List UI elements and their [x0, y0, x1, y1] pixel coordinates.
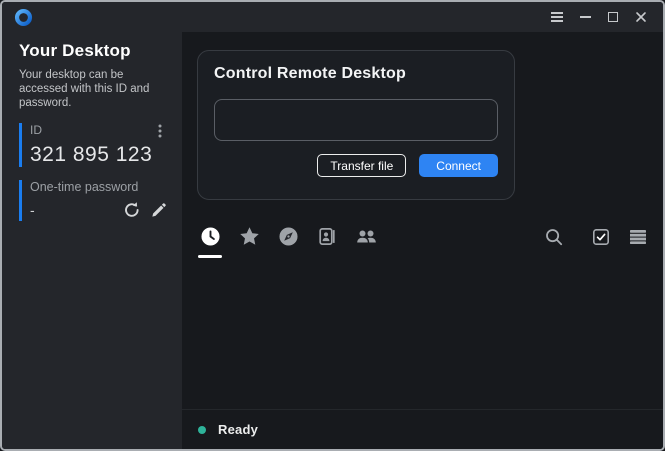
window-controls	[547, 7, 651, 27]
menu-hamburger-icon[interactable]	[547, 7, 567, 27]
id-label: ID	[30, 123, 42, 137]
password-section: One-time password -	[19, 180, 167, 221]
kebab-menu-icon[interactable]	[153, 123, 167, 139]
app-logo-icon	[14, 8, 33, 27]
card-title: Control Remote Desktop	[214, 65, 498, 83]
session-tabbar	[182, 200, 663, 248]
tabbar-actions	[544, 226, 647, 247]
connect-button[interactable]: Connect	[419, 154, 498, 177]
session-list-area[interactable]	[182, 248, 663, 409]
edit-pencil-icon[interactable]	[150, 202, 167, 219]
id-section: ID 321 895 123	[19, 123, 167, 167]
close-icon[interactable]	[631, 7, 651, 27]
status-dot-icon	[198, 426, 206, 434]
password-value[interactable]: -	[30, 202, 35, 218]
main-panel: Control Remote Desktop Transfer file Con…	[182, 32, 663, 449]
refresh-icon[interactable]	[123, 201, 141, 219]
minimize-icon[interactable]	[575, 7, 595, 27]
search-icon[interactable]	[544, 227, 564, 247]
sidebar-description: Your desktop can be accessed with this I…	[19, 68, 167, 110]
list-view-icon[interactable]	[629, 229, 647, 245]
app-window: Your Desktop Your desktop can be accesse…	[0, 0, 665, 451]
titlebar[interactable]	[2, 2, 663, 32]
select-checkbox-icon[interactable]	[592, 228, 610, 246]
transfer-file-button[interactable]: Transfer file	[317, 154, 406, 177]
app-body: Your Desktop Your desktop can be accesse…	[2, 32, 663, 449]
statusbar: Ready	[182, 409, 663, 449]
control-remote-desktop-card: Control Remote Desktop Transfer file Con…	[197, 50, 515, 200]
desktop-id-value[interactable]: 321 895 123	[30, 143, 167, 167]
status-text: Ready	[218, 422, 258, 437]
sidebar: Your Desktop Your desktop can be accesse…	[2, 32, 182, 449]
password-label: One-time password	[30, 180, 167, 194]
remote-id-input[interactable]	[214, 99, 498, 141]
sidebar-title: Your Desktop	[19, 41, 167, 61]
maximize-icon[interactable]	[603, 7, 623, 27]
